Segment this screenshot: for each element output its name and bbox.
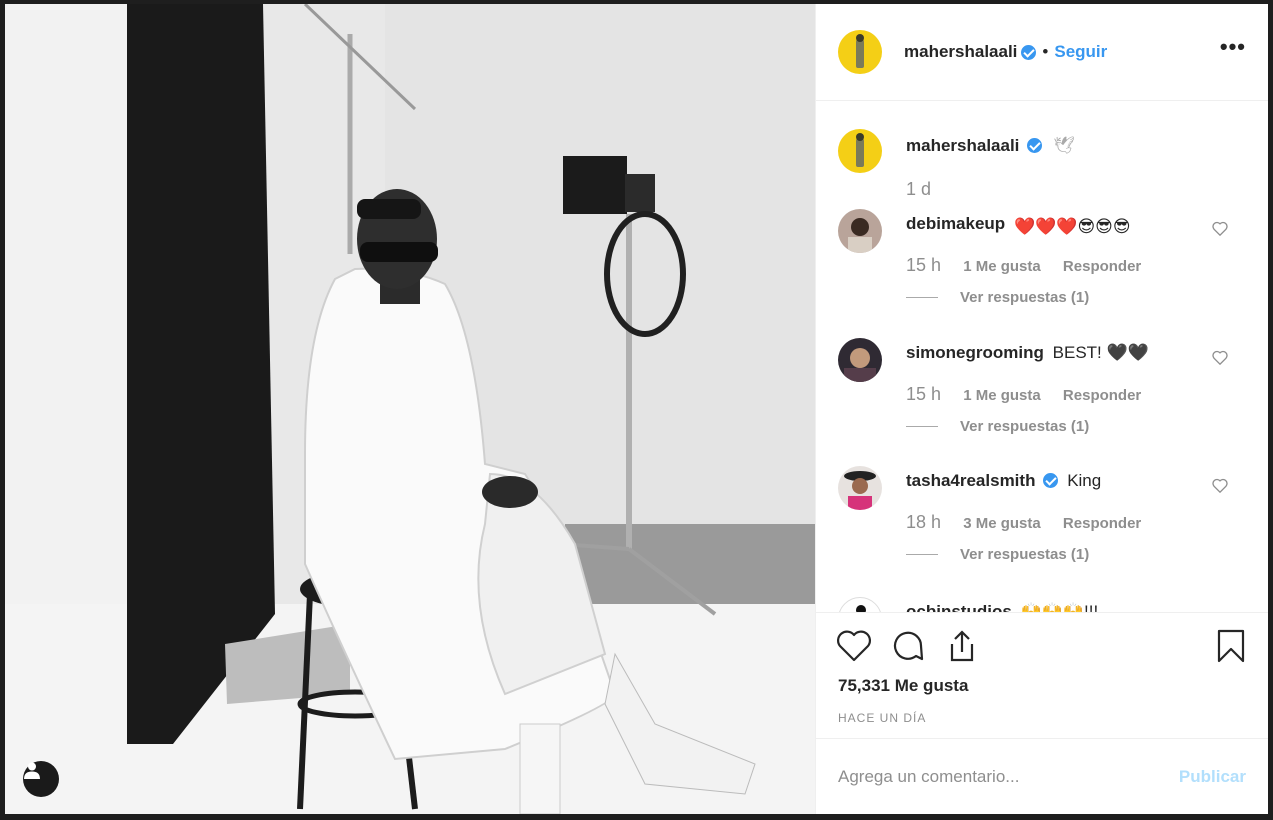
heart-icon — [1212, 221, 1228, 237]
publish-button[interactable]: Publicar — [1179, 767, 1246, 787]
heart-icon — [1212, 350, 1228, 366]
comment-username[interactable]: ocbinstudios — [906, 602, 1012, 612]
post-side-panel: mahershalaali • Seguir ••• mahershalaali… — [815, 4, 1268, 814]
share-icon[interactable] — [944, 629, 980, 663]
caption-time[interactable]: 1 d — [906, 179, 931, 199]
comment-text: 🙌🙌🙌!!! — [1020, 602, 1099, 612]
comment-likes[interactable]: 1 Me gusta — [963, 387, 1041, 404]
view-replies-button[interactable]: Ver respuestas (1) — [906, 546, 1089, 563]
comment-text: BEST! 🖤🖤 — [1052, 343, 1149, 362]
commenter-avatar[interactable] — [838, 338, 882, 382]
comment-composer: Publicar — [816, 738, 1268, 814]
comment-meta: 15 h 1 Me gusta Responder — [906, 384, 1159, 405]
header-separator: • — [1042, 42, 1049, 61]
comment-body: simonegrooming BEST! 🖤🖤 — [906, 342, 1208, 364]
comment-body: tasha4realsmith King — [906, 470, 1208, 492]
tagged-people-button[interactable] — [23, 761, 59, 797]
commenter-avatar[interactable] — [838, 466, 882, 510]
comment-body: ocbinstudios 🙌🙌🙌!!! — [906, 601, 1208, 612]
heart-icon — [1212, 478, 1228, 494]
user-icon — [24, 762, 40, 779]
comment-text: ❤️❤️❤️😎😎😎 — [1013, 217, 1131, 236]
post-modal: mahershalaali • Seguir ••• mahershalaali… — [5, 4, 1268, 814]
comment-like-button[interactable] — [1212, 478, 1228, 498]
follow-button[interactable]: Seguir — [1054, 42, 1107, 62]
comment-like-button[interactable] — [1212, 350, 1228, 370]
author-username[interactable]: mahershalaali — [904, 42, 1017, 62]
comment-time[interactable]: 15 h — [906, 255, 941, 275]
comment-username[interactable]: tasha4realsmith — [906, 471, 1035, 490]
reply-button[interactable]: Responder — [1063, 515, 1141, 532]
post-actions: 75,331 Me gusta HACE UN DÍA — [816, 612, 1268, 738]
post-timestamp[interactable]: HACE UN DÍA — [838, 711, 926, 725]
comment-text: King — [1067, 471, 1102, 490]
view-replies-button[interactable]: Ver respuestas (1) — [906, 289, 1089, 306]
view-replies-label: Ver respuestas (1) — [960, 546, 1090, 563]
verified-badge-icon — [1027, 138, 1043, 153]
author-avatar[interactable] — [838, 30, 882, 74]
reply-button[interactable]: Responder — [1063, 387, 1141, 404]
verified-badge-icon — [1043, 473, 1059, 488]
verified-badge-icon — [1021, 44, 1037, 60]
view-replies-label: Ver respuestas (1) — [960, 289, 1090, 306]
comment-meta: 18 h 3 Me gusta Responder — [906, 512, 1159, 533]
caption-avatar[interactable] — [838, 129, 882, 173]
caption-username[interactable]: mahershalaali — [906, 136, 1019, 155]
reply-button[interactable]: Responder — [1063, 258, 1141, 275]
comment-input[interactable] — [838, 766, 1158, 787]
comment-likes[interactable]: 1 Me gusta — [963, 258, 1041, 275]
likes-count[interactable]: 75,331 Me gusta — [838, 676, 968, 696]
comment-body: debimakeup ❤️❤️❤️😎😎😎 — [906, 213, 1208, 238]
post-photo[interactable] — [5, 4, 815, 814]
commenter-avatar[interactable] — [838, 209, 882, 253]
comment-username[interactable]: debimakeup — [906, 214, 1005, 233]
heart-icon[interactable] — [836, 629, 872, 663]
view-replies-label: Ver respuestas (1) — [960, 418, 1090, 435]
comment-time[interactable]: 15 h — [906, 384, 941, 404]
caption-text: 🕊 — [1053, 136, 1075, 155]
caption-meta: 1 d — [906, 179, 949, 200]
view-replies-button[interactable]: Ver respuestas (1) — [906, 418, 1089, 435]
comment-like-button[interactable] — [1212, 221, 1228, 241]
comment-username[interactable]: simonegrooming — [906, 343, 1044, 362]
comments-list[interactable]: mahershalaali 🕊 1 d debimakeup ❤️❤️❤️😎😎😎 — [816, 101, 1268, 612]
bookmark-icon[interactable] — [1216, 629, 1246, 663]
post-image — [5, 4, 815, 814]
comment-time[interactable]: 18 h — [906, 512, 941, 532]
comment-icon[interactable] — [890, 629, 926, 663]
post-header: mahershalaali • Seguir ••• — [816, 4, 1268, 101]
more-options-icon[interactable]: ••• — [1220, 36, 1246, 58]
comment-meta: 15 h 1 Me gusta Responder — [906, 255, 1159, 276]
comment-likes[interactable]: 3 Me gusta — [963, 515, 1041, 532]
commenter-avatar[interactable] — [838, 597, 882, 612]
